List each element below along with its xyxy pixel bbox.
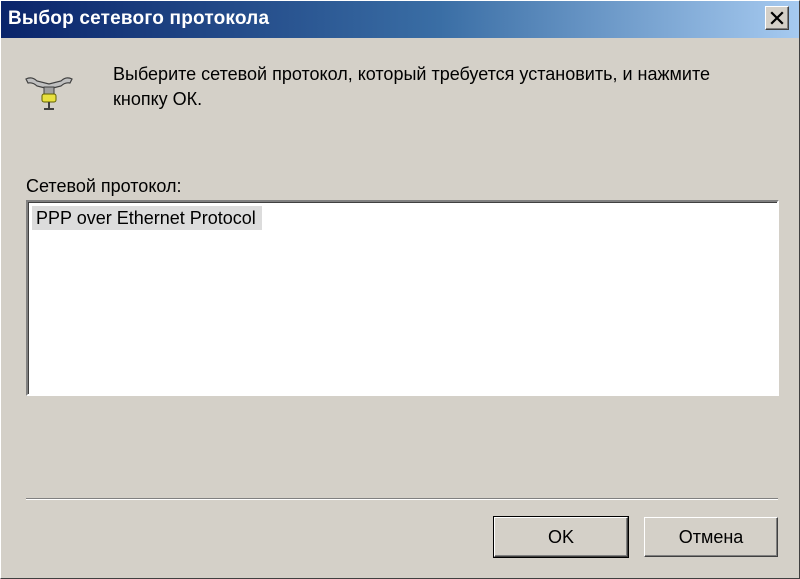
separator [26,498,778,500]
protocol-listbox[interactable]: PPP over Ethernet Protocol [26,200,779,396]
list-item-pppoe[interactable]: PPP over Ethernet Protocol [32,206,262,230]
protocol-dialog: Выбор сетевого протокола Выберите сетево… [0,0,800,579]
title-bar[interactable]: Выбор сетевого протокола [1,1,799,38]
ok-button[interactable]: OK [493,516,629,558]
network-connector-icon [25,77,73,110]
instruction-text: Выберите сетевой протокол, который требу… [113,64,710,109]
cancel-button[interactable]: Отмена [644,517,778,557]
dialog-title: Выбор сетевого протокола [8,8,270,29]
protocol-list-label: Сетевой протокол: [26,176,182,196]
close-button[interactable] [765,6,789,30]
close-icon [770,11,784,25]
